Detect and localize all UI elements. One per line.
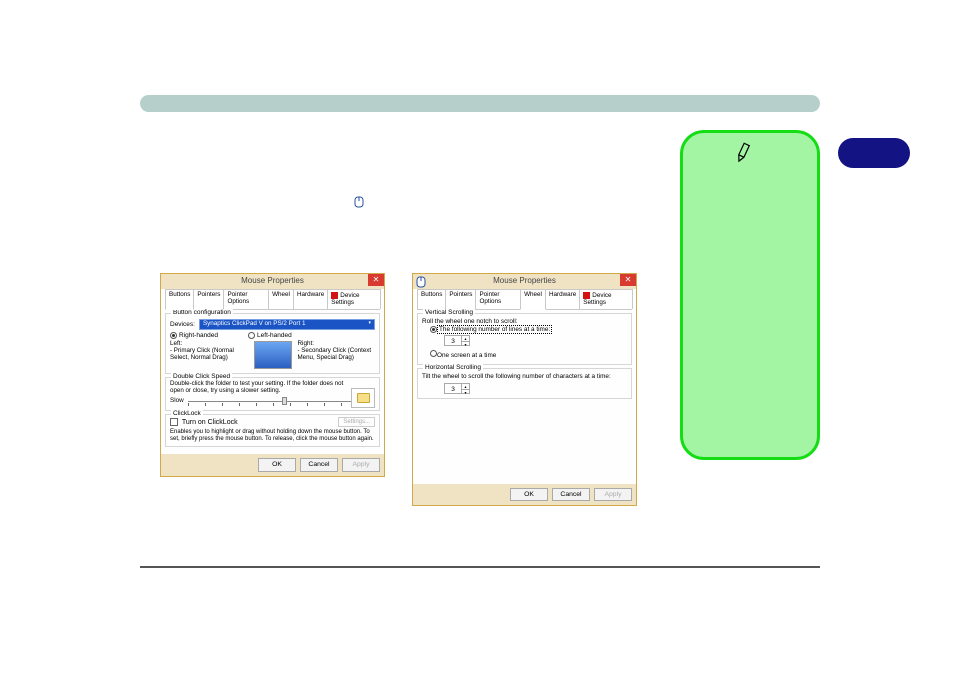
group-legend: ClickLock bbox=[171, 410, 203, 417]
page-accent-pill bbox=[838, 138, 910, 168]
chevron-down-icon: ▾ bbox=[368, 321, 371, 328]
horizontal-chars-spinner[interactable]: 3 ▴▾ bbox=[444, 383, 470, 394]
radio-dot-icon bbox=[248, 332, 255, 339]
section-divider-top bbox=[140, 95, 820, 112]
mouse-properties-dialog-buttons: Mouse Properties ✕ Buttons Pointers Poin… bbox=[160, 273, 385, 477]
dblclick-speed-slider[interactable] bbox=[188, 398, 359, 406]
radio-left-handed[interactable]: Left-handed bbox=[248, 332, 292, 339]
cancel-button[interactable]: Cancel bbox=[552, 488, 590, 501]
clicklock-description: Enables you to highlight or drag without… bbox=[170, 429, 375, 442]
tab-device-settings[interactable]: Device Settings bbox=[327, 289, 381, 309]
clicklock-toggle-label: Turn on ClickLock bbox=[182, 419, 238, 426]
mouse-control-panel-icon bbox=[354, 196, 364, 206]
group-legend: Vertical Scrolling bbox=[423, 309, 475, 316]
slider-thumb-icon bbox=[282, 397, 287, 405]
tab-pointers[interactable]: Pointers bbox=[445, 289, 476, 309]
ok-button[interactable]: OK bbox=[510, 488, 548, 501]
chevron-down-icon: ▾ bbox=[462, 390, 469, 395]
note-callout-box bbox=[680, 130, 820, 460]
tab-wheel[interactable]: Wheel bbox=[520, 289, 546, 310]
tab-pointer-options[interactable]: Pointer Options bbox=[223, 289, 269, 309]
clicklock-checkbox[interactable] bbox=[170, 418, 178, 426]
apply-button[interactable]: Apply bbox=[342, 458, 380, 471]
slider-label-slow: Slow bbox=[170, 398, 184, 405]
group-vertical-scrolling: Vertical Scrolling Roll the wheel one no… bbox=[417, 313, 632, 365]
group-horizontal-scrolling: Horizontal Scrolling Tilt the wheel to s… bbox=[417, 368, 632, 399]
radio-dot-checked-icon bbox=[170, 332, 177, 339]
radio-one-screen[interactable]: One screen at a time bbox=[430, 352, 496, 359]
devices-dropdown-value: Synaptics ClickPad V on PS/2 Port 1 bbox=[203, 321, 306, 328]
radio-dot-icon bbox=[430, 350, 437, 357]
right-button-desc: - Secondary Click (Context Menu, Special… bbox=[298, 348, 376, 362]
group-double-click-speed: Double Click Speed Double-click the fold… bbox=[165, 377, 380, 411]
group-legend: Button configuration bbox=[171, 309, 233, 316]
group-button-configuration: Button configuration Devices: Synaptics … bbox=[165, 313, 380, 374]
tab-hardware[interactable]: Hardware bbox=[545, 289, 580, 309]
apply-button[interactable]: Apply bbox=[594, 488, 632, 501]
radio-lines-at-time[interactable]: The following number of lines at a time: bbox=[430, 326, 552, 333]
vertical-lines-spinner[interactable]: 3 ▴▾ bbox=[444, 335, 470, 346]
dialog-title: Mouse Properties bbox=[241, 277, 304, 286]
radio-lines-label: The following number of lines at a time: bbox=[437, 325, 552, 334]
cancel-button[interactable]: Cancel bbox=[300, 458, 338, 471]
left-button-desc: - Primary Click (Normal Select, Normal D… bbox=[170, 348, 248, 362]
tab-buttons[interactable]: Buttons bbox=[165, 289, 194, 310]
devices-label: Devices: bbox=[170, 321, 195, 328]
tab-device-settings[interactable]: Device Settings bbox=[579, 289, 633, 309]
pen-icon bbox=[732, 141, 757, 169]
radio-label: Left-handed bbox=[257, 332, 292, 339]
close-button[interactable]: ✕ bbox=[620, 274, 636, 286]
dialog-button-row: OK Cancel Apply bbox=[161, 454, 384, 475]
dialog-button-row: OK Cancel Apply bbox=[413, 484, 636, 505]
touchpad-preview-image bbox=[254, 341, 292, 369]
ok-button[interactable]: OK bbox=[258, 458, 296, 471]
tab-hardware[interactable]: Hardware bbox=[293, 289, 328, 309]
radio-dot-checked-icon bbox=[430, 326, 437, 333]
mouse-icon bbox=[416, 276, 426, 286]
horizontal-scroll-desc: Tilt the wheel to scroll the following n… bbox=[422, 373, 627, 380]
spinner-value: 3 bbox=[445, 384, 461, 393]
radio-screen-label: One screen at a time bbox=[437, 352, 496, 359]
tab-pointer-options[interactable]: Pointer Options bbox=[475, 289, 521, 309]
tab-strip: Buttons Pointers Pointer Options Wheel H… bbox=[165, 289, 380, 310]
radio-label: Right-handed bbox=[179, 332, 218, 339]
tab-pointers[interactable]: Pointers bbox=[193, 289, 224, 309]
dialog-titlebar: Mouse Properties ✕ bbox=[161, 274, 384, 289]
tab-wheel[interactable]: Wheel bbox=[268, 289, 294, 309]
group-legend: Double Click Speed bbox=[171, 373, 232, 380]
folder-icon bbox=[357, 393, 370, 403]
devices-dropdown[interactable]: Synaptics ClickPad V on PS/2 Port 1 ▾ bbox=[199, 319, 375, 330]
close-button[interactable]: ✕ bbox=[368, 274, 384, 286]
dialog-title: Mouse Properties bbox=[493, 277, 556, 286]
dialog-titlebar: Mouse Properties ✕ bbox=[413, 274, 636, 289]
tab-strip: Buttons Pointers Pointer Options Wheel H… bbox=[417, 289, 632, 310]
tab-buttons[interactable]: Buttons bbox=[417, 289, 446, 309]
chevron-down-icon: ▾ bbox=[462, 342, 469, 347]
dblclick-test-folder[interactable] bbox=[351, 388, 375, 408]
group-clicklock: ClickLock Turn on ClickLock Settings... … bbox=[165, 414, 380, 448]
dblclick-description: Double-click the folder to test your set… bbox=[170, 381, 375, 395]
spinner-value: 3 bbox=[445, 336, 461, 345]
vertical-scroll-intro: Roll the wheel one notch to scroll: bbox=[422, 318, 627, 325]
group-legend: Horizontal Scrolling bbox=[423, 364, 483, 371]
mouse-properties-dialog-wheel: Mouse Properties ✕ Buttons Pointers Poin… bbox=[412, 273, 637, 506]
radio-right-handed[interactable]: Right-handed bbox=[170, 332, 218, 339]
section-divider-bottom bbox=[140, 566, 820, 568]
clicklock-settings-button[interactable]: Settings... bbox=[338, 417, 375, 428]
